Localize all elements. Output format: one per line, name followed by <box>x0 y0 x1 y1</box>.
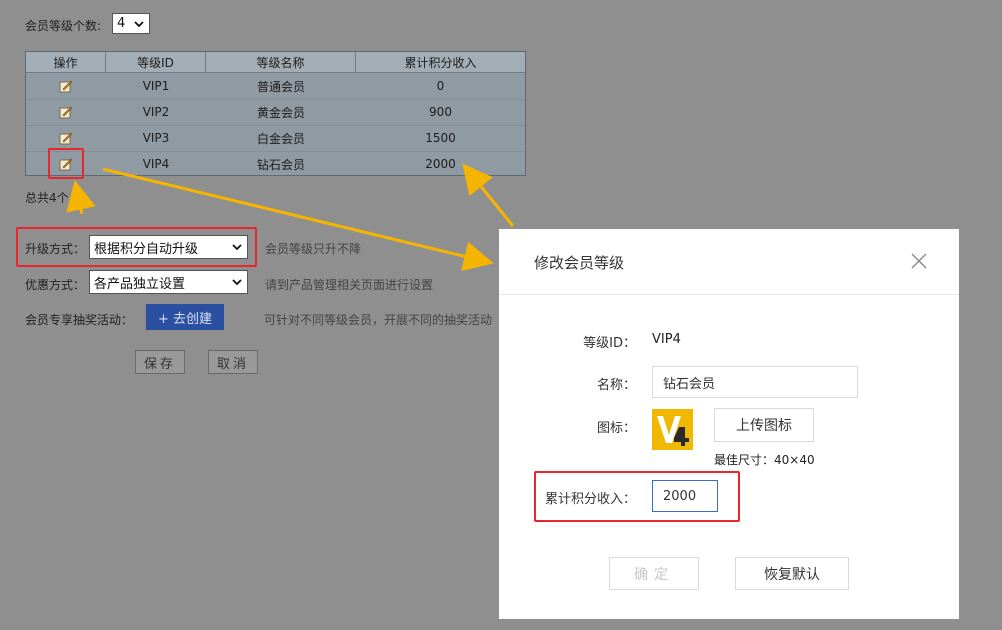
discount-method-hint: 请到产品管理相关页面进行设置 <box>265 278 434 292</box>
lottery-label: 会员专享抽奖活动： <box>25 313 134 327</box>
icon-label: 图标： <box>596 421 636 436</box>
level-id-value: VIP4 <box>652 332 681 347</box>
level-count-label: 会员等级个数: <box>25 19 102 33</box>
highlight-points-field <box>534 471 740 522</box>
discount-method-select[interactable]: 各产品独立设置 <box>89 270 248 294</box>
edit-level-modal: 修改会员等级 等级ID： VIP4 名称： 钻石会员 图标： 上传图标 最佳尺寸… <box>499 229 959 619</box>
discount-method-label: 优惠方式： <box>25 278 86 292</box>
modal-header: 修改会员等级 <box>499 229 959 295</box>
modal-title: 修改会员等级 <box>534 254 625 272</box>
chevron-down-icon <box>232 244 242 251</box>
table-row: VIP3 白金会员 1500 <box>26 125 525 152</box>
cell-points: 1500 <box>425 131 456 145</box>
col-header-level-id: 等级ID <box>106 52 206 72</box>
upgrade-method-value: 根据积分自动升级 <box>94 241 199 257</box>
level-count-select[interactable]: 4 <box>112 13 150 34</box>
name-label: 名称： <box>596 378 636 393</box>
upgrade-method-select[interactable]: 根据积分自动升级 <box>89 235 248 259</box>
cell-points: 0 <box>436 79 445 93</box>
col-header-action: 操作 <box>26 52 106 72</box>
cell-level-name: 黄金会员 <box>256 105 305 120</box>
close-icon[interactable] <box>911 253 927 269</box>
cancel-button[interactable]: 取消 <box>208 350 258 374</box>
edit-icon[interactable] <box>59 105 73 119</box>
level-id-label: 等级ID： <box>583 336 636 351</box>
name-input[interactable]: 钻石会员 <box>652 366 858 398</box>
create-lottery-button[interactable]: + 去创建 <box>146 304 224 330</box>
total-count: 总共4个 <box>25 191 69 205</box>
save-button[interactable]: 保存 <box>135 350 185 374</box>
table-row: VIP4 钻石会员 2000 <box>26 151 525 177</box>
upgrade-method-hint: 会员等级只升不降 <box>265 242 362 256</box>
vip4-badge-icon <box>652 409 693 450</box>
table-header-row: 操作 等级ID 等级名称 累计积分收入 <box>26 52 525 73</box>
lottery-hint: 可针对不同等级会员，开展不同的抽奖活动 <box>264 313 493 327</box>
icon-size-hint: 最佳尺寸：40×40 <box>714 453 815 467</box>
confirm-button[interactable]: 确定 <box>609 557 699 590</box>
chevron-down-icon <box>134 21 144 28</box>
reset-default-button[interactable]: 恢复默认 <box>735 557 849 590</box>
col-header-level-name: 等级名称 <box>206 52 356 72</box>
cell-level-id: VIP3 <box>142 131 170 145</box>
cell-level-name: 钻石会员 <box>256 157 305 172</box>
edit-icon[interactable] <box>59 79 73 93</box>
upgrade-method-label: 升级方式： <box>25 242 86 256</box>
highlight-edit-icon <box>48 148 84 179</box>
member-level-table: 操作 等级ID 等级名称 累计积分收入 VIP1 普通会员 0 VIP2 黄金会… <box>25 51 526 176</box>
cell-level-id: VIP1 <box>142 79 170 93</box>
cell-level-name: 普通会员 <box>256 79 305 94</box>
cell-level-id: VIP2 <box>142 105 170 119</box>
upload-icon-button[interactable]: 上传图标 <box>714 408 814 442</box>
cell-points: 900 <box>429 105 452 119</box>
table-row: VIP1 普通会员 0 <box>26 73 525 100</box>
chevron-down-icon <box>232 279 242 286</box>
edit-icon[interactable] <box>59 131 73 145</box>
discount-method-value: 各产品独立设置 <box>94 276 186 292</box>
cell-level-name: 白金会员 <box>256 131 305 146</box>
col-header-points: 累计积分收入 <box>404 55 477 70</box>
table-row: VIP2 黄金会员 900 <box>26 99 525 126</box>
cell-points: 2000 <box>425 157 456 171</box>
arrow-to-edit-icon <box>66 180 96 215</box>
cell-level-id: VIP4 <box>142 157 170 171</box>
level-count-value: 4 <box>117 16 126 31</box>
